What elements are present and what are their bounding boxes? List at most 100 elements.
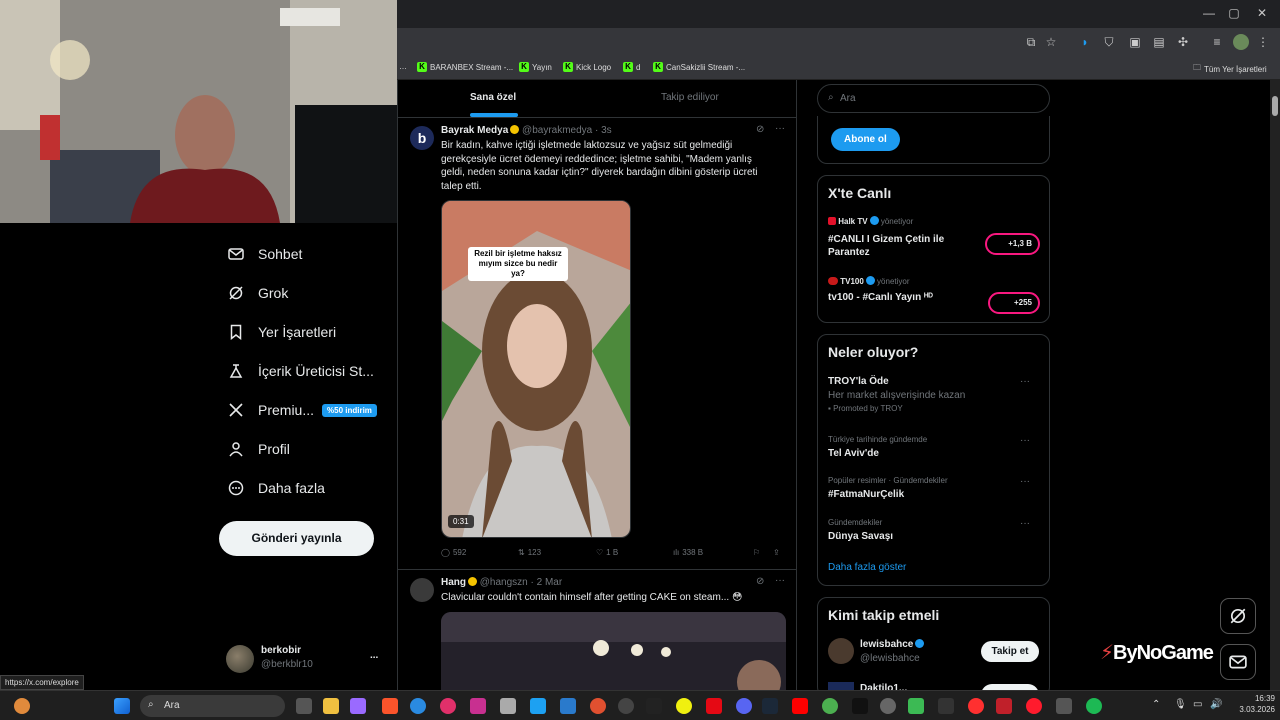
- live-listener-count[interactable]: +255: [988, 292, 1040, 314]
- suggested-user[interactable]: lewisbahce: [860, 639, 925, 650]
- nav-item-creator-studio[interactable]: İçerik Üreticisi St...: [228, 363, 374, 379]
- tweet-media[interactable]: [441, 612, 786, 690]
- weather-icon[interactable]: [14, 698, 30, 714]
- nav-item-profile[interactable]: Profil: [228, 441, 290, 457]
- bookmark-item[interactable]: K BARANBEX Stream -...: [417, 62, 513, 72]
- reply-button[interactable]: ◯ 592: [441, 548, 466, 557]
- share-icon[interactable]: ⇪: [773, 548, 780, 557]
- show-more-link[interactable]: Daha fazla göster: [828, 562, 906, 573]
- puzzle-icon[interactable]: ✣: [1175, 34, 1191, 50]
- microphone-icon[interactable]: 🎙: [1174, 699, 1187, 710]
- all-bookmarks[interactable]: 🗀 Tüm Yer İşaretleri: [1193, 62, 1267, 76]
- tweet-avatar[interactable]: [410, 578, 434, 602]
- account-switcher[interactable]: berkobir @berkblr10 ...: [226, 642, 386, 676]
- cast-icon[interactable]: ⧉: [1023, 34, 1039, 50]
- file-explorer-icon[interactable]: [323, 698, 339, 714]
- profile-icon[interactable]: [1233, 34, 1249, 50]
- tweet-author[interactable]: Bayrak Medya: [441, 125, 508, 136]
- close-icon[interactable]: ✕: [1252, 6, 1272, 20]
- tab-following[interactable]: Takip ediliyor: [661, 92, 719, 103]
- tweet[interactable]: Hang @hangszn · 2 Mar ⊘ ··· Clavicular c…: [398, 570, 796, 690]
- shield-icon[interactable]: ⛉: [1101, 34, 1117, 50]
- chrome-icon[interactable]: [822, 698, 838, 714]
- spotify-icon[interactable]: [1086, 698, 1102, 714]
- app-icon[interactable]: [500, 698, 516, 714]
- repost-button[interactable]: ⇅ 123: [518, 548, 541, 557]
- brave-icon[interactable]: [382, 698, 398, 714]
- app-icon[interactable]: [560, 698, 576, 714]
- bookmark-item[interactable]: Kd: [623, 62, 640, 72]
- yandex-icon[interactable]: [968, 698, 984, 714]
- bookmark-item[interactable]: …: [399, 62, 407, 71]
- tweet-avatar[interactable]: b: [410, 126, 434, 150]
- steam-icon[interactable]: [762, 698, 778, 714]
- grok-icon[interactable]: ⊘: [756, 576, 764, 587]
- follow-button[interactable]: Takip et: [981, 641, 1039, 662]
- speedometer-icon[interactable]: [618, 698, 634, 714]
- nav-item-premium[interactable]: Premiu...: [228, 402, 314, 418]
- more-dots-icon[interactable]: ...: [370, 650, 378, 661]
- bookmark-item[interactable]: K Yayın: [519, 62, 552, 72]
- copilot-icon[interactable]: [350, 698, 366, 714]
- nav-item-bookmarks[interactable]: Yer İşaretleri: [228, 324, 336, 340]
- live-title-text[interactable]: tv100 - #Canlı Yayın ᴴᴰ: [828, 292, 933, 303]
- live-host[interactable]: Halk TV yönetiyor: [828, 216, 913, 226]
- tab-for-you[interactable]: Sana özel: [470, 92, 516, 103]
- volume-icon[interactable]: 🔊: [1210, 699, 1222, 710]
- network-icon[interactable]: ▭: [1193, 699, 1202, 710]
- more-dots-icon[interactable]: ···: [1020, 376, 1030, 387]
- more-dots-icon[interactable]: ···: [775, 123, 785, 134]
- mcafee-icon[interactable]: [996, 698, 1012, 714]
- app-icon[interactable]: [590, 698, 606, 714]
- bookmark-item[interactable]: K Kick Logo: [563, 62, 611, 72]
- windows-start-icon[interactable]: [114, 698, 130, 714]
- tweet-author[interactable]: Hang: [441, 577, 466, 588]
- tiktok-icon[interactable]: [852, 698, 868, 714]
- nav-item-more[interactable]: Daha fazla: [228, 480, 325, 496]
- subscribe-button[interactable]: Abone ol: [831, 128, 900, 151]
- epic-games-icon[interactable]: [646, 698, 662, 714]
- chevron-up-icon[interactable]: ⌃: [1152, 699, 1160, 710]
- tweet[interactable]: b Bayrak Medya @bayrakmedya · 3s ⊘ ··· B…: [398, 118, 796, 570]
- messages-floating-button[interactable]: [1220, 644, 1256, 680]
- task-view-icon[interactable]: [296, 698, 312, 714]
- star-icon[interactable]: ☆: [1043, 34, 1059, 50]
- more-dots-icon[interactable]: ···: [1020, 435, 1030, 446]
- trend-item[interactable]: Popüler resimler · Gündemdekiler #FatmaN…: [828, 476, 1040, 500]
- app-icon[interactable]: [440, 698, 456, 714]
- youtube-icon[interactable]: [792, 698, 808, 714]
- extension-icon[interactable]: ▤: [1151, 34, 1167, 50]
- reading-list-icon[interactable]: ≡: [1209, 34, 1225, 50]
- scrollbar[interactable]: [1270, 80, 1280, 690]
- clock[interactable]: 16:39 3.03.2026: [1230, 694, 1275, 714]
- grok-icon[interactable]: ⊘: [756, 124, 764, 135]
- nav-item-grok[interactable]: Grok: [228, 285, 288, 301]
- bookmark-icon[interactable]: ⚐: [753, 548, 760, 557]
- more-dots-icon[interactable]: ···: [775, 575, 785, 586]
- maximize-icon[interactable]: ▢: [1224, 6, 1244, 20]
- nav-item-chat[interactable]: Sohbet: [228, 246, 302, 262]
- views-button[interactable]: ılı 338 B: [673, 548, 703, 557]
- instagram-icon[interactable]: [470, 698, 486, 714]
- post-button[interactable]: Gönderi yayınla: [219, 521, 374, 556]
- more-dots-icon[interactable]: ···: [1020, 476, 1030, 487]
- trend-item[interactable]: Türkiye tarihinde gündemde Tel Aviv'de ·…: [828, 435, 1040, 459]
- live-host[interactable]: TV100 yönetiyor: [828, 276, 910, 286]
- app-icon[interactable]: [908, 698, 924, 714]
- like-button[interactable]: ♡ 1 B: [596, 548, 618, 557]
- opera-icon[interactable]: [1026, 698, 1042, 714]
- extension-icon[interactable]: ▣: [1127, 34, 1143, 50]
- app-icon[interactable]: [880, 698, 896, 714]
- netflix-icon[interactable]: [706, 698, 722, 714]
- live-title-text[interactable]: #CANLI I Gizem Çetin ile Parantez: [828, 233, 968, 259]
- taskbar-search[interactable]: ⌕ Ara: [140, 695, 285, 717]
- live-listener-count[interactable]: +1,3 B: [985, 233, 1040, 255]
- snapchat-icon[interactable]: [676, 698, 692, 714]
- bookmark-item[interactable]: K CanSakizlii Stream -...: [653, 62, 745, 72]
- tweet-video[interactable]: Rezil bir işletme haksız mıyım sizce bu …: [441, 200, 631, 538]
- more-dots-icon[interactable]: ···: [1020, 518, 1030, 529]
- discord-icon[interactable]: [736, 698, 752, 714]
- twitter-icon[interactable]: [530, 698, 546, 714]
- grok-floating-button[interactable]: [1220, 598, 1256, 634]
- extension-icon[interactable]: ◗: [1077, 34, 1093, 50]
